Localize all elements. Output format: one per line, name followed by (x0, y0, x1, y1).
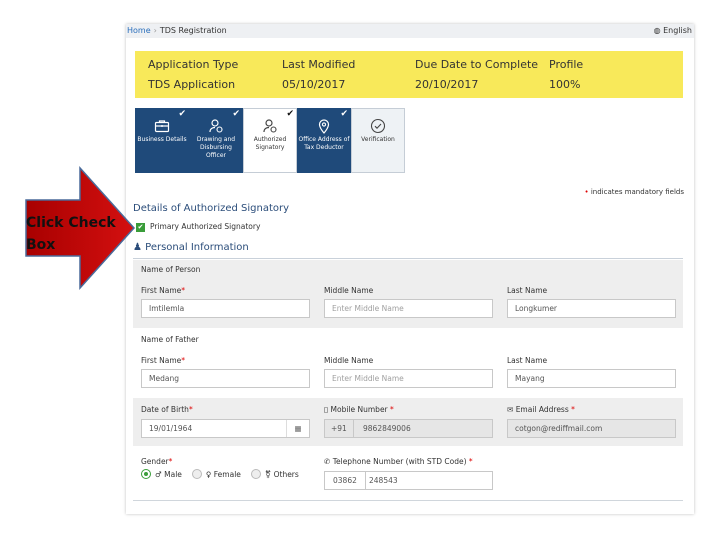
completed-check-icon: ✔ (340, 109, 348, 119)
female-icon: ♀ (205, 469, 212, 479)
tab-authorized-signatory[interactable]: ✔ Authorized Signatory (243, 108, 297, 173)
name-of-person-title: Name of Person (141, 265, 201, 274)
profile-label: Profile (549, 58, 584, 71)
radio-male[interactable] (141, 469, 151, 479)
briefcase-icon (154, 120, 170, 133)
divider (133, 258, 683, 259)
tab-verification[interactable]: Verification (351, 108, 405, 173)
telephone-input[interactable]: 03862 248543 (324, 471, 493, 490)
telephone-value: 248543 (369, 476, 398, 485)
dob-label: Date of Birth* (141, 405, 193, 414)
step-label: Verification (361, 136, 395, 143)
father-middle-name-input[interactable]: Enter Middle Name (324, 369, 493, 388)
calendar-icon[interactable]: ▦ (286, 420, 309, 437)
application-type-value: TDS Application (148, 78, 236, 91)
application-summary-banner: Application Type TDS Application Last Mo… (135, 51, 683, 98)
phone-icon: ✆ (324, 457, 331, 466)
mandatory-fields-note: • indicates mandatory fields (584, 188, 684, 196)
step-label: Office Address of Tax Deductor (298, 136, 350, 151)
last-modified-label: Last Modified (282, 58, 356, 71)
completed-check-icon: ✔ (232, 109, 240, 119)
section-title: Details of Authorized Signatory (133, 203, 290, 214)
last-modified-value: 05/10/2017 (282, 78, 346, 91)
step-label: Business Details (137, 136, 187, 143)
user-icon (263, 119, 277, 133)
language-selector[interactable]: ◍ English (654, 24, 692, 38)
middle-name-label: Middle Name (324, 286, 374, 295)
last-name-input[interactable]: Longkumer (507, 299, 676, 318)
tab-business-details[interactable]: ✔ Business Details (135, 108, 189, 173)
last-name-label: Last Name (507, 286, 548, 295)
completed-check-icon: ✔ (286, 109, 294, 119)
user-icon (209, 119, 223, 133)
middle-name-input[interactable]: Enter Middle Name (324, 299, 493, 318)
due-date-value: 20/10/2017 (415, 78, 479, 91)
application-type-label: Application Type (148, 58, 239, 71)
gender-label: Gender* (141, 457, 173, 466)
std-code: 03862 (325, 472, 366, 489)
male-icon: ♂ (155, 469, 162, 479)
others-icon: ⚧ (264, 469, 272, 479)
radio-others[interactable] (250, 469, 261, 479)
breadcrumb-separator: › (153, 26, 157, 35)
tab-drawing-disbursing-officer[interactable]: ✔ Drawing and Disbursing Officer (189, 108, 243, 173)
envelope-icon: ✉ (507, 405, 514, 414)
tab-office-address[interactable]: ✔ Office Address of Tax Deductor (297, 108, 351, 173)
first-name-input[interactable]: Imtilemla (141, 299, 310, 318)
telephone-label: ✆ Telephone Number (with STD Code) * (324, 457, 473, 466)
dob-value: 19/01/1964 (149, 424, 193, 433)
mobile-label: ▯ Mobile Number * (324, 405, 394, 414)
first-name-label: First Name* (141, 286, 186, 295)
breadcrumb: Home › TDS Registration ◍ English (126, 24, 694, 38)
father-middle-name-label: Middle Name (324, 356, 374, 365)
check-circle-icon (370, 118, 386, 134)
father-last-name-input[interactable]: Mayang (507, 369, 676, 388)
globe-icon: ◍ (653, 26, 661, 35)
primary-signatory-label: Primary Authorized Signatory (150, 222, 261, 231)
radio-female[interactable] (191, 469, 202, 479)
mobile-input[interactable]: +91 9862849006 (324, 419, 493, 438)
location-pin-icon (318, 119, 330, 134)
step-label: Drawing and Disbursing Officer (196, 136, 236, 159)
email-label: ✉ Email Address * (507, 405, 575, 414)
personal-info-heading: ♟ Personal Information (133, 242, 249, 253)
registration-steps: ✔ Business Details ✔ Drawing and Disburs… (135, 108, 405, 173)
mobile-value: 9862849006 (363, 424, 411, 433)
gender-option-female[interactable]: ♀ Female (191, 469, 241, 479)
breadcrumb-current: TDS Registration (159, 26, 227, 35)
completed-check-icon: ✔ (178, 109, 186, 119)
gender-radio-group: ♂ Male ♀ Female ⚧ Others (141, 469, 309, 479)
email-input[interactable]: cotgon@rediffmail.com (507, 419, 676, 438)
primary-signatory-row: ✔ Primary Authorized Signatory (136, 222, 260, 232)
due-date-label: Due Date to Complete (415, 58, 539, 71)
breadcrumb-home-link[interactable]: Home (127, 26, 151, 35)
mobile-phone-icon: ▯ (324, 405, 329, 414)
primary-signatory-checkbox[interactable]: ✔ (136, 222, 145, 232)
father-first-name-label: First Name* (141, 356, 186, 365)
step-label: Authorized Signatory (253, 136, 287, 151)
gender-option-others[interactable]: ⚧ Others (250, 469, 299, 479)
country-code: +91 (325, 420, 354, 437)
divider (133, 500, 683, 501)
father-first-name-input[interactable]: Medang (141, 369, 310, 388)
dob-input[interactable]: 19/01/1964 ▦ (141, 419, 310, 438)
gender-option-male[interactable]: ♂ Male (141, 469, 182, 479)
callout-text: Click Check Box (26, 215, 116, 253)
profile-value: 100% (549, 78, 581, 91)
name-of-father-title: Name of Father (141, 335, 199, 344)
language-label: English (663, 26, 692, 35)
father-last-name-label: Last Name (507, 356, 548, 365)
